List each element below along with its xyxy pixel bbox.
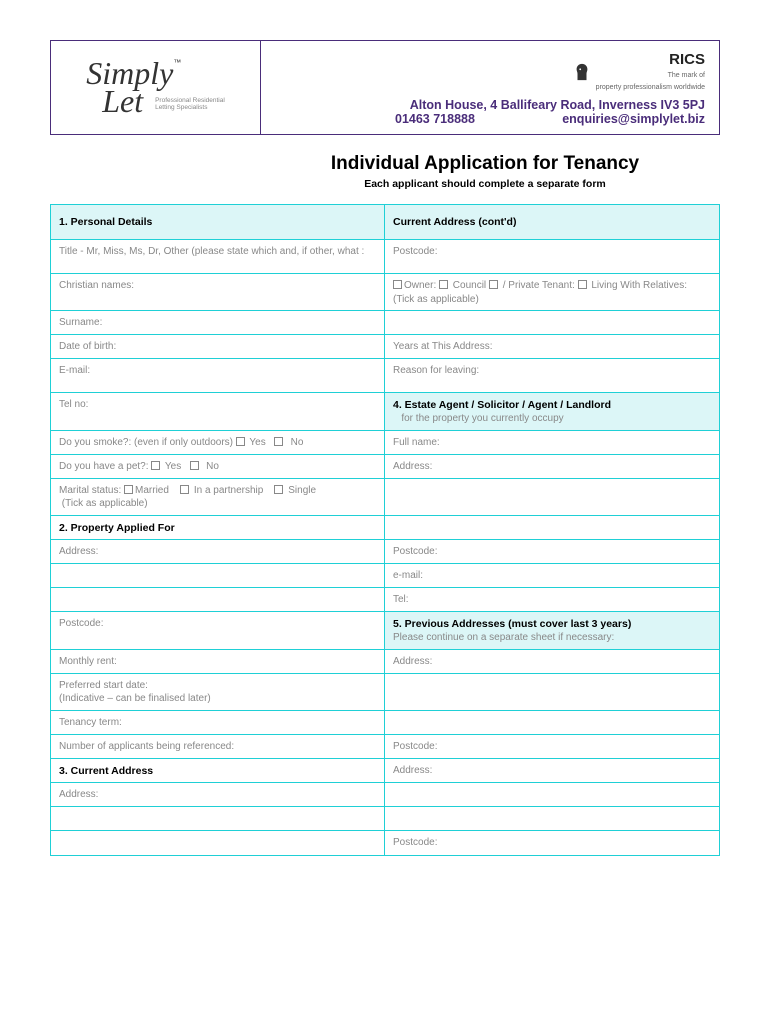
page-title: Individual Application for Tenancy [250, 153, 720, 175]
logo-line2: Let [102, 83, 143, 119]
blank-cell-3 [385, 516, 719, 540]
rics-name: RICS [669, 51, 705, 68]
years-at-address-field[interactable]: Years at This Address: [385, 335, 719, 359]
checkbox-smoke-yes[interactable] [236, 437, 245, 446]
tel-no-field[interactable]: Tel no: [51, 393, 385, 431]
contact-info: Alton House, 4 Ballifeary Road, Invernes… [275, 92, 705, 126]
blank-cell-10 [385, 807, 719, 831]
checkbox-private[interactable] [489, 280, 498, 289]
section-5-title: 5. Previous Addresses (must cover last 3… [393, 617, 711, 631]
blank-cell-5 [51, 588, 385, 612]
full-name-field[interactable]: Full name: [385, 431, 719, 455]
dob-field[interactable]: Date of birth: [51, 335, 385, 359]
preferred-start-field[interactable]: Preferred start date: (Indicative – can … [51, 674, 385, 711]
agent-address-field[interactable]: Address: [385, 455, 719, 479]
current-address-contd-header: Current Address (cont'd) [385, 205, 719, 240]
monthly-rent-field[interactable]: Monthly rent: [51, 650, 385, 674]
prev-postcode-2-field[interactable]: Postcode: [385, 831, 719, 855]
section-1-header: 1. Personal Details [51, 205, 385, 240]
section-5-subtitle: Please continue on a separate sheet if n… [393, 632, 614, 643]
title-field[interactable]: Title - Mr, Miss, Ms, Dr, Other (please … [51, 240, 385, 274]
logo-cell: Simply™ Let Professional ResidentialLett… [51, 41, 261, 134]
contact-email: enquiries@simplylet.biz [562, 112, 705, 126]
section-5-header: 5. Previous Addresses (must cover last 3… [385, 612, 719, 650]
blank-cell-11 [51, 831, 385, 855]
postcode-field-1[interactable]: Postcode: [385, 240, 719, 274]
checkbox-married[interactable] [124, 485, 133, 494]
agent-postcode-field[interactable]: Postcode: [385, 540, 719, 564]
pet-field[interactable]: Do you have a pet?: Yes No [51, 455, 385, 479]
property-postcode-field[interactable]: Postcode: [51, 612, 385, 650]
prev-postcode-1-field[interactable]: Postcode: [385, 735, 719, 759]
title-block: Individual Application for Tenancy Each … [50, 153, 720, 190]
checkbox-partnership[interactable] [180, 485, 189, 494]
rics-lion-icon [573, 62, 591, 82]
tenancy-term-field[interactable]: Tenancy term: [51, 711, 385, 735]
simply-let-logo: Simply™ Let Professional ResidentialLett… [86, 60, 225, 114]
christian-names-field[interactable]: Christian names: [51, 274, 385, 311]
checkbox-pet-no[interactable] [190, 461, 199, 470]
agent-tel-field[interactable]: Tel: [385, 588, 719, 612]
checkbox-pet-yes[interactable] [151, 461, 160, 470]
prev-address-1-field[interactable]: Address: [385, 650, 719, 674]
reason-leaving-field[interactable]: Reason for leaving: [385, 359, 719, 393]
surname-field[interactable]: Surname: [51, 311, 385, 335]
application-form: 1. Personal Details Current Address (con… [50, 204, 720, 856]
phone-number: 01463 718888 [395, 112, 475, 126]
rics-subtitle: The mark ofproperty professionalism worl… [596, 72, 705, 91]
tenure-field[interactable]: Owner: Council / Private Tenant: Living … [385, 274, 719, 311]
prev-address-2-field[interactable]: Address: [385, 759, 719, 783]
checkbox-owner[interactable] [393, 280, 402, 289]
smoke-field[interactable]: Do you smoke?: (even if only outdoors) Y… [51, 431, 385, 455]
blank-cell-8 [385, 783, 719, 807]
section-4-subtitle: for the property you currently occupy [401, 413, 563, 424]
section-4-title: 4. Estate Agent / Solicitor / Agent / La… [393, 398, 711, 412]
current-address-field[interactable]: Address: [51, 783, 385, 807]
blank-cell-6 [385, 674, 719, 711]
checkbox-single[interactable] [274, 485, 283, 494]
contact-cell: RICS The mark ofproperty professionalism… [261, 41, 719, 134]
section-3-header: 3. Current Address [51, 759, 385, 783]
property-address-field[interactable]: Address: [51, 540, 385, 564]
logo-tagline: Professional ResidentialLetting Speciali… [155, 97, 225, 111]
blank-cell-2 [385, 479, 719, 516]
header-panel: Simply™ Let Professional ResidentialLett… [50, 40, 720, 135]
num-applicants-field[interactable]: Number of applicants being referenced: [51, 735, 385, 759]
blank-cell-7 [385, 711, 719, 735]
section-2-header: 2. Property Applied For [51, 516, 385, 540]
agent-email-field[interactable]: e-mail: [385, 564, 719, 588]
page-subtitle: Each applicant should complete a separat… [250, 178, 720, 190]
logo-tm: ™ [173, 58, 181, 67]
checkbox-smoke-no[interactable] [274, 437, 283, 446]
blank-cell-4 [51, 564, 385, 588]
address-line: Alton House, 4 Ballifeary Road, Invernes… [275, 98, 705, 112]
blank-cell-1 [385, 311, 719, 335]
blank-cell-9 [51, 807, 385, 831]
checkbox-council[interactable] [439, 280, 448, 289]
rics-block: RICS The mark ofproperty professionalism… [275, 51, 705, 92]
marital-status-field[interactable]: Marital status: Married In a partnership… [51, 479, 385, 516]
email-field[interactable]: E-mail: [51, 359, 385, 393]
section-4-header: 4. Estate Agent / Solicitor / Agent / La… [385, 393, 719, 431]
checkbox-living-with[interactable] [578, 280, 587, 289]
